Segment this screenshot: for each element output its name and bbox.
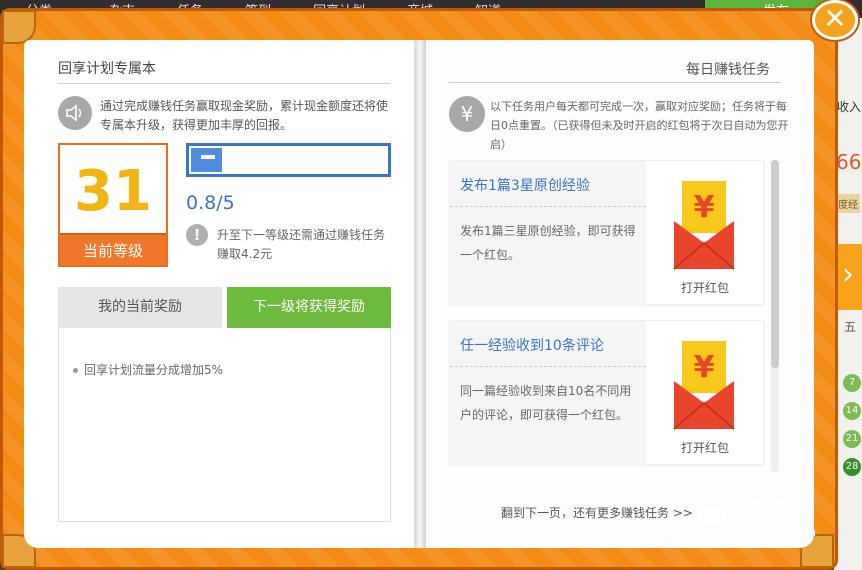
sidebar-weekday: 五 (844, 320, 857, 334)
speaker-icon (58, 96, 92, 130)
scroll-thumb[interactable] (771, 160, 779, 368)
paw-icon (702, 492, 710, 502)
next-page-link[interactable]: 翻到下一页，还有更多赚钱任务 >> (501, 504, 693, 521)
yen-icon: ¥ (449, 96, 485, 132)
level-label: 当前等级 (60, 233, 166, 265)
book-spine (414, 40, 426, 548)
divider (450, 366, 646, 367)
watermark-name: 经验 (742, 500, 787, 525)
tab-current-rewards[interactable]: 我的当前奖励 (58, 287, 222, 328)
task-description: 同一篇经验收到来自10名不同用户的评论，即可获得一个红包。 (460, 384, 632, 422)
svg-text:¥: ¥ (694, 350, 715, 385)
paw-icon (724, 500, 732, 510)
svg-text:¥: ¥ (694, 190, 715, 225)
paw-icon (698, 508, 726, 524)
calendar-day[interactable]: 14 (843, 402, 861, 420)
divider (450, 206, 646, 207)
task-text-area: 发布1篇3星原创经验 发布1篇三星原创经验，即可获得一个红包。 (450, 161, 646, 306)
divider (58, 83, 390, 84)
open-red-envelope-button[interactable]: 打开红包 (646, 439, 764, 456)
tab-next-level-rewards[interactable]: 下一级将获得奖励 (227, 287, 391, 335)
sidebar-income-value: 66 (836, 150, 862, 174)
watermark-url: jingyan.baidu.com (714, 526, 816, 539)
reward-item: 回享计划流量分成增加5% (73, 361, 223, 378)
sidebar-next-arrow-icon[interactable]: › (834, 244, 862, 310)
level-progress-bar (186, 143, 391, 177)
daily-tasks-title: 每日赚钱任务 (686, 62, 770, 78)
upgrade-hint: 升至下一等级还需通过赚钱任务赚取4.2元 (217, 228, 386, 261)
divider (449, 82, 781, 83)
red-envelope-icon[interactable]: ¥ (672, 337, 736, 433)
daily-tasks-description: 以下任务用户每天都可完成一次，赢取对应奖励；任务将于每日0点重置。（已获得但未及… (490, 100, 789, 151)
plan-book-title: 回享计划专属本 (58, 61, 156, 77)
close-icon[interactable]: ✕ (812, 0, 858, 40)
task-description: 发布1篇三星原创经验，即可获得一个红包。 (460, 224, 636, 262)
current-level-card: 31 当前等级 (58, 143, 168, 267)
calendar-day[interactable]: 7 (843, 374, 861, 392)
task-title[interactable]: 发布1篇3星原创经验 (460, 175, 590, 195)
task-card: 任一经验收到10条评论 同一篇经验收到来自10名不同用户的评论，即可获得一个红包… (449, 320, 764, 466)
background-sidebar: 收入 66 度经 › 五 7 14 21 28 (834, 18, 862, 570)
plan-description: 通过完成赚钱任务赢取现金奖励，累计现金额度还将使专属本升级，获得更加丰厚的回报。 (100, 99, 389, 132)
task-text-area: 任一经验收到10条评论 同一篇经验收到来自10名不同用户的评论，即可获得一个红包… (450, 321, 646, 466)
task-list-scrollbar[interactable] (771, 160, 779, 472)
exclamation-icon: ! (186, 224, 208, 246)
calendar-day[interactable]: 28 (843, 458, 861, 476)
task-card: 发布1篇3星原创经验 发布1篇三星原创经验，即可获得一个红包。 ¥ 打开红包 (449, 160, 764, 306)
task-title[interactable]: 任一经验收到10条评论 (460, 335, 604, 355)
sidebar-income-label: 收入 (837, 100, 862, 114)
progress-fill (191, 148, 222, 172)
paw-icon (714, 492, 722, 502)
progress-text: 0.8/5 (186, 192, 235, 214)
level-number: 31 (74, 159, 152, 224)
sidebar-badge: 度经 (836, 194, 860, 213)
red-envelope-icon[interactable]: ¥ (672, 177, 736, 273)
reward-panel: 回享计划流量分成增加5% (58, 328, 391, 522)
calendar-day[interactable]: 21 (843, 430, 861, 448)
baidu-watermark: 经验 jingyan.baidu.com (688, 488, 816, 546)
paw-icon (692, 500, 700, 510)
open-red-envelope-button[interactable]: 打开红包 (646, 279, 764, 296)
